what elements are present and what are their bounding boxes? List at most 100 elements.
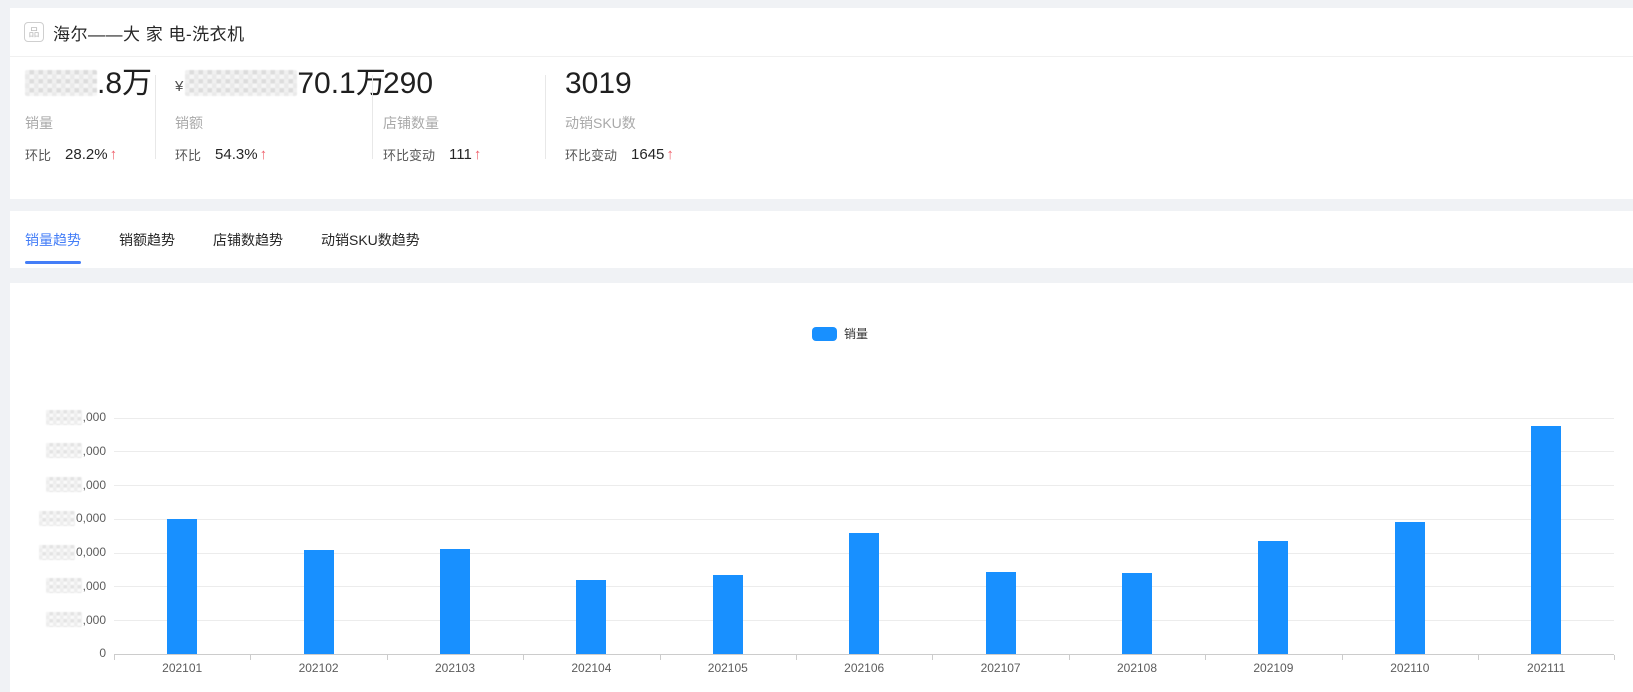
tab-active-sku-trend[interactable]: 动销SKU数趋势 [321,211,420,268]
x-axis-tick [523,655,525,660]
y-gridline [114,485,1615,487]
bar-202108[interactable] [1122,572,1152,654]
stat-value: 3019 [565,67,632,101]
x-axis-tick [1068,655,1070,660]
tab-shop-count-trend[interactable]: 店铺数趋势 [213,211,283,268]
y-axis-tick-label: 0,000 [10,544,106,560]
bar-202110[interactable] [1394,522,1425,654]
x-axis-label: 202109 [1253,661,1294,675]
summary-card: 品 海尔——大 家 电-洗衣机 .8万 销量 环比 28.2% ↑ ¥70.1万 [10,8,1633,199]
bar-202105[interactable] [712,575,743,654]
bar-202107[interactable] [985,572,1016,654]
stat-delta: 环比变动 1645 ↑ [565,145,674,164]
stat-delta: 环比变动 111 ↑ [383,145,481,164]
up-arrow-icon: ↑ [109,146,118,163]
stat-label: 店铺数量 [383,115,439,131]
bar-202104[interactable] [576,579,607,654]
delta-value: 54.3% [215,146,258,163]
redaction-mosaic [25,70,97,96]
currency-symbol: ¥ [175,78,184,95]
stat-value: 290 [383,67,433,101]
redaction-mosaic [38,544,75,560]
redaction-mosaic [45,578,82,594]
y-axis-tick-label: ,000 [10,409,106,425]
delta-label: 环比变动 [383,148,436,163]
tab-sales-amount-trend[interactable]: 销额趋势 [119,211,175,268]
x-axis-label: 202104 [571,661,612,675]
y-gridline [114,451,1615,453]
up-arrow-icon: ↑ [473,146,482,163]
stat-label: 销额 [175,115,203,131]
x-axis-tick [796,655,797,660]
redaction-mosaic [38,510,75,526]
bar-202103[interactable] [440,549,470,654]
x-axis-label: 202102 [298,661,339,675]
tab-sales-volume-trend[interactable]: 销量趋势 [25,211,81,268]
x-axis-tick [1478,655,1479,660]
y-gridline [114,417,1615,419]
x-axis-label: 202108 [1116,661,1158,675]
x-axis-label: 202111 [1527,661,1566,675]
trend-tabs: 销量趋势 销额趋势 店铺数趋势 动销SKU数趋势 [10,211,1633,268]
x-axis-tick [1341,655,1343,660]
x-axis-label: 202105 [707,661,748,675]
x-axis-label: 202101 [162,661,203,675]
page-header: 品 海尔——大 家 电-洗衣机 [10,8,1633,57]
redaction-mosaic [45,409,82,425]
bar-202101[interactable] [167,518,198,654]
stat-value-visible: .8万 [97,67,153,100]
x-axis-tick [386,655,388,660]
stat-delta: 环比 54.3% ↑ [175,145,267,164]
trend-tabs-card: 销量趋势 销额趋势 店铺数趋势 动销SKU数趋势 [10,211,1633,268]
y-axis-tick-label: ,000 [10,443,106,459]
x-axis-tick [250,655,252,660]
bar-202106[interactable] [849,533,880,654]
x-axis-tick [932,655,934,660]
y-axis-tick-label: 0,000 [10,510,106,526]
x-axis-label: 202103 [434,661,476,675]
redaction-mosaic [185,70,298,96]
page-title: 海尔——大 家 电-洗衣机 [53,24,245,44]
x-axis-tick [114,655,115,660]
stat-value-visible: 3019 [565,67,632,100]
x-axis-tick [659,655,661,660]
redaction-mosaic [45,477,82,493]
stat-value: .8万 [25,67,152,101]
y-axis-tick-label: ,000 [10,477,106,493]
bar-202111[interactable] [1531,425,1562,654]
y-axis-tick-label: ,000 [10,578,106,594]
stat-divider [372,75,373,159]
x-axis-label: 202107 [980,661,1021,675]
stat-value: ¥70.1万 [175,67,386,101]
stat-divider [545,75,546,159]
x-axis-tick [1205,655,1207,660]
x-axis-tick [1614,655,1616,660]
y-axis-tick-label: 0 [99,646,106,660]
stats-row: .8万 销量 环比 28.2% ↑ ¥70.1万 销额 环比 54.3% ↑ 2… [10,57,1633,197]
redaction-mosaic [45,443,82,459]
delta-value: 1645 [631,146,665,163]
y-gridline [114,518,1615,520]
delta-label: 环比 [25,148,52,163]
delta-label: 环比 [175,148,202,163]
stat-value-visible: 290 [383,67,434,100]
delta-value: 111 [449,146,472,163]
delta-value: 28.2% [65,146,108,163]
x-axis-label: 202106 [844,661,885,675]
legend-swatch [812,326,837,341]
up-arrow-icon: ↑ [666,146,674,163]
stat-divider [155,75,156,159]
stat-label: 动销SKU数 [565,115,636,131]
legend-label: 销量 [844,327,869,341]
x-axis-label: 202110 [1390,661,1430,675]
redaction-mosaic [45,612,82,628]
stat-label: 销量 [25,115,53,131]
x-axis-line [114,654,1615,655]
y-axis-tick-label: ,000 [10,612,106,628]
bar-202102[interactable] [303,550,334,654]
chart-legend[interactable]: 销量 [812,325,868,342]
product-category-icon: 品 [24,22,44,42]
up-arrow-icon: ↑ [259,146,268,163]
bar-202109[interactable] [1258,540,1289,654]
delta-label: 环比变动 [565,148,618,163]
